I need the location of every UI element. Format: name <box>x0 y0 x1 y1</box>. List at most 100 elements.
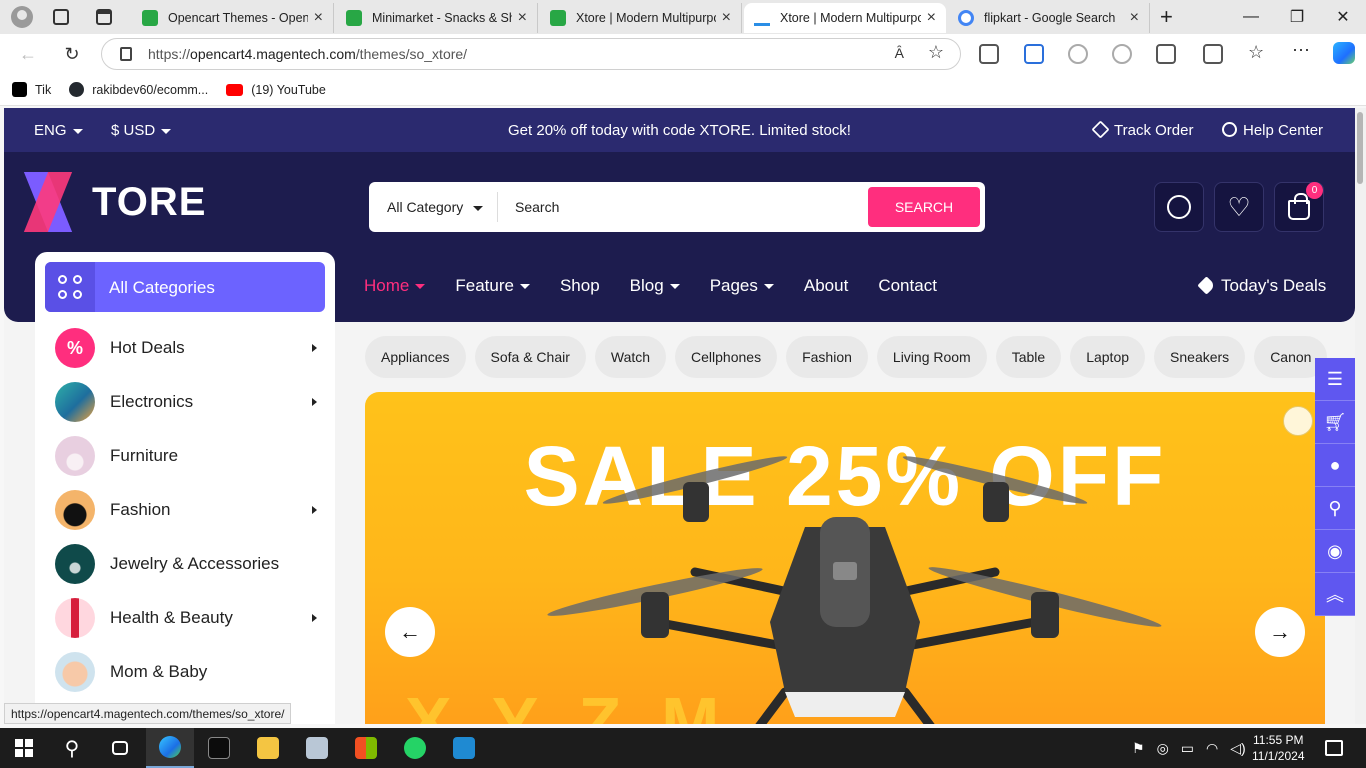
nav-about[interactable]: About <box>804 276 848 300</box>
tag-icon <box>1197 276 1216 295</box>
compass-icon[interactable] <box>1068 44 1088 64</box>
browser-tab-1[interactable]: Opencart Themes - Opencart × <box>132 3 334 33</box>
notifications-button[interactable] <box>1310 728 1358 768</box>
chip-sofa-chair[interactable]: Sofa & Chair <box>474 336 586 378</box>
refresh-button[interactable]: ↻ <box>60 42 84 66</box>
nav-feature[interactable]: Feature <box>455 276 530 300</box>
copilot-icon[interactable] <box>1333 42 1355 64</box>
visual-search-icon[interactable] <box>1283 406 1313 436</box>
category-hot-deals[interactable]: % Hot Deals <box>55 327 317 369</box>
battery-icon[interactable]: ▭ <box>1181 740 1194 757</box>
hero-banner[interactable]: SALE 25% OFF XYZM ← → <box>365 392 1325 724</box>
banner-next-button[interactable]: → <box>1255 607 1305 657</box>
lock-icon[interactable] <box>120 47 132 61</box>
start-button[interactable] <box>0 728 48 768</box>
search-button[interactable]: SEARCH <box>868 187 980 227</box>
close-window-button[interactable]: ✕ <box>1320 0 1366 34</box>
taskbar-whatsapp[interactable] <box>391 728 439 768</box>
collections-icon[interactable] <box>1024 44 1044 64</box>
extension-icon[interactable] <box>979 44 999 64</box>
browser-tab-3[interactable]: Xtore | Modern Multipurpose × <box>540 3 742 33</box>
taskbar-clock[interactable]: 11:55 PM 11/1/2024 <box>1252 732 1305 764</box>
menu-icon[interactable]: ☰ <box>1315 358 1355 401</box>
nav-shop[interactable]: Shop <box>560 276 600 300</box>
close-tab-icon[interactable]: × <box>314 9 323 27</box>
category-mom-baby[interactable]: Mom & Baby <box>55 651 317 693</box>
page-scrollbar-thumb[interactable] <box>1357 112 1363 184</box>
vpn-icon[interactable] <box>1112 44 1132 64</box>
bookmark-youtube[interactable]: (19) YouTube <box>226 83 326 97</box>
puzzle-icon[interactable] <box>1156 44 1176 64</box>
chip-laptop[interactable]: Laptop <box>1070 336 1146 378</box>
wishlist-button[interactable]: ♡ <box>1214 182 1264 232</box>
chip-fashion[interactable]: Fashion <box>786 336 868 378</box>
close-tab-icon[interactable]: × <box>722 9 731 27</box>
category-fashion[interactable]: Fashion <box>55 489 317 531</box>
track-order-link[interactable]: Track Order <box>1091 120 1193 139</box>
chip-cellphones[interactable]: Cellphones <box>675 336 778 378</box>
category-health-beauty[interactable]: Health & Beauty <box>55 597 317 639</box>
chip-appliances[interactable]: Appliances <box>365 336 466 378</box>
url-bar[interactable]: https://opencart4.magentech.com/themes/s… <box>101 38 961 70</box>
nav-home[interactable]: Home <box>364 276 426 300</box>
cart-icon[interactable]: 🛒︎ <box>1315 401 1355 444</box>
workspaces-icon[interactable] <box>53 9 69 25</box>
split-screen-icon[interactable] <box>1203 44 1223 64</box>
search-input[interactable] <box>515 192 865 222</box>
favorites-icon[interactable]: ☆ <box>1248 42 1264 63</box>
nav-blog[interactable]: Blog <box>630 276 680 300</box>
browser-tab-2[interactable]: Minimarket - Snacks & Shop × <box>336 3 538 33</box>
account-button[interactable] <box>1154 182 1204 232</box>
restore-button[interactable]: ❐ <box>1274 0 1320 34</box>
banner-prev-button[interactable]: ← <box>385 607 435 657</box>
more-menu-icon[interactable]: ⋯ <box>1292 40 1310 61</box>
close-tab-icon[interactable]: × <box>1130 9 1139 27</box>
chip-watch[interactable]: Watch <box>594 336 667 378</box>
xtore-icon <box>754 10 770 26</box>
tab-actions-icon[interactable] <box>96 9 112 25</box>
taskbar-vscode[interactable] <box>440 728 488 768</box>
search-icon[interactable]: ⚲ <box>1315 487 1355 530</box>
page-scrollbar[interactable] <box>1355 108 1366 724</box>
wifi-icon[interactable]: ◠ <box>1206 740 1218 757</box>
task-view-button[interactable] <box>96 728 144 768</box>
search-category-select[interactable]: All Category <box>387 199 484 215</box>
all-categories-button[interactable]: All Categories <box>45 262 325 312</box>
chip-living-room[interactable]: Living Room <box>876 336 987 378</box>
close-tab-icon[interactable]: × <box>927 9 936 27</box>
help-center-link[interactable]: Help Center <box>1222 122 1323 139</box>
search-taskbar-button[interactable]: ⚲ <box>48 728 96 768</box>
taskbar-edge[interactable] <box>146 728 194 768</box>
taskbar-explorer[interactable] <box>244 728 292 768</box>
back-button[interactable]: ← <box>16 42 40 66</box>
minimize-button[interactable]: — <box>1228 0 1274 34</box>
favorite-star-icon[interactable]: ☆ <box>928 42 944 63</box>
taskbar-app[interactable] <box>293 728 341 768</box>
browser-tab-5[interactable]: flipkart - Google Search × <box>948 3 1150 33</box>
eye-icon[interactable]: ◉ <box>1315 530 1355 573</box>
user-icon[interactable]: ● <box>1315 444 1355 487</box>
nav-pages[interactable]: Pages <box>710 276 774 300</box>
chip-sneakers[interactable]: Sneakers <box>1154 336 1246 378</box>
bookmark-tik[interactable]: Tik <box>12 82 51 97</box>
close-tab-icon[interactable]: × <box>518 9 527 27</box>
nav-contact[interactable]: Contact <box>878 276 937 300</box>
camera-icon[interactable]: ◎ <box>1157 740 1169 757</box>
bookmark-github[interactable]: rakibdev60/ecomm... <box>69 82 208 97</box>
site-logo[interactable]: TORE <box>23 172 205 232</box>
new-tab-button[interactable]: + <box>1160 4 1173 30</box>
chip-table[interactable]: Table <box>995 336 1062 378</box>
category-furniture[interactable]: Furniture <box>55 435 317 477</box>
profile-icon[interactable] <box>11 6 33 28</box>
taskbar-terminal[interactable] <box>195 728 243 768</box>
todays-deals-link[interactable]: Today's Deals <box>1197 276 1326 296</box>
category-jewelry[interactable]: Jewelry & Accessories <box>55 543 317 585</box>
scroll-top-icon[interactable]: ︽ <box>1315 573 1355 616</box>
taskbar-store[interactable] <box>342 728 390 768</box>
browser-tab-4-active[interactable]: Xtore | Modern Multipurpose × <box>744 3 946 33</box>
read-aloud-icon[interactable]: Ȃ <box>895 45 904 61</box>
volume-icon[interactable]: ◁) <box>1230 740 1245 757</box>
chevron-down-icon <box>415 284 426 290</box>
category-electronics[interactable]: Electronics <box>55 381 317 423</box>
network-icon[interactable]: ⚑ <box>1132 740 1145 757</box>
